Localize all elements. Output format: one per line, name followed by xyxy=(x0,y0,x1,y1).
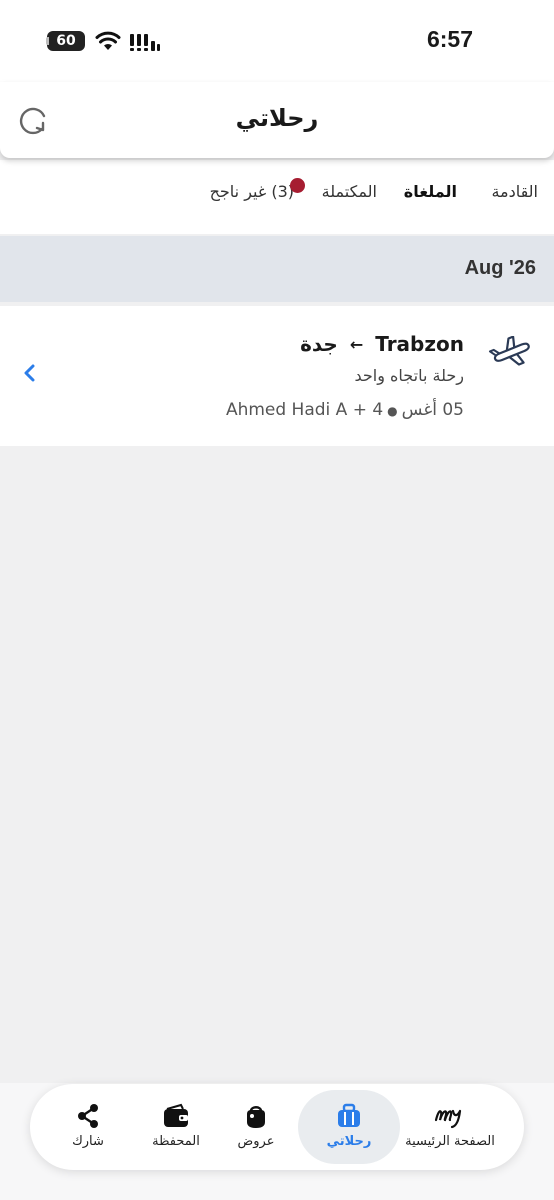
trip-destination: جدة xyxy=(300,332,338,356)
tab-failed[interactable]: (3) غير ناجح xyxy=(210,182,294,201)
nav-home-label: الصفحة الرئيسية xyxy=(405,1134,495,1149)
trip-route: Trabzon ← جدة xyxy=(300,332,464,356)
battery-level: 60 xyxy=(56,33,76,49)
status-bar: 60 6:57 xyxy=(0,0,554,82)
nav-wallet[interactable]: المحفظة xyxy=(134,1084,218,1170)
tab-completed[interactable]: المكتملة xyxy=(322,182,377,201)
offers-bag-icon xyxy=(247,1106,265,1128)
route-arrow: ← xyxy=(349,334,364,354)
battery-tip xyxy=(46,37,49,45)
trip-origin: Trabzon xyxy=(375,332,464,356)
nav-offers[interactable]: عروض xyxy=(214,1084,298,1170)
tab-cancelled[interactable]: الملغاة xyxy=(404,182,457,201)
trip-date: 05 أغس xyxy=(401,400,464,420)
airplane-icon xyxy=(488,336,530,366)
trip-type: رحلة باتجاه واحد xyxy=(354,366,465,385)
my-logo-icon xyxy=(434,1109,462,1129)
nav-my-trips[interactable]: رحلاتي xyxy=(298,1084,400,1170)
month-label: Aug '26 xyxy=(464,257,536,279)
battery-icon: 60 xyxy=(47,31,85,51)
suitcase-icon xyxy=(338,1103,360,1127)
tab-upcoming[interactable]: القادمة xyxy=(491,182,538,201)
trip-meta: 05 أغس●Ahmed Hadi A + 4 xyxy=(226,400,464,420)
share-icon xyxy=(78,1104,98,1128)
trip-card[interactable]: Trabzon ← جدة رحلة باتجاه واحد 05 أغس●Ah… xyxy=(0,306,554,446)
nav-offers-label: عروض xyxy=(237,1134,275,1149)
wifi-icon xyxy=(95,31,121,50)
nav-share[interactable]: شارك xyxy=(48,1084,128,1170)
app-header: رحلاتي xyxy=(0,82,554,158)
notification-dot xyxy=(290,178,305,193)
nav-home[interactable]: الصفحة الرئيسية xyxy=(400,1084,500,1170)
month-group-header: Aug '26 xyxy=(0,236,554,302)
page-title: رحلاتي xyxy=(235,104,319,132)
trip-status-tabs: القادمة الملغاة المكتملة (3) غير ناجح xyxy=(0,160,554,234)
signal-icon xyxy=(130,34,160,51)
chevron-left-icon[interactable] xyxy=(20,362,38,384)
status-time: 6:57 xyxy=(426,26,474,52)
nav-wallet-label: المحفظة xyxy=(152,1134,200,1149)
nav-my-trips-label: رحلاتي xyxy=(326,1134,372,1149)
trip-passengers: Ahmed Hadi A + 4 xyxy=(225,400,384,420)
wallet-icon xyxy=(164,1103,188,1127)
separator-dot: ● xyxy=(387,404,398,418)
nav-share-label: شارك xyxy=(72,1134,104,1149)
bottom-nav: الصفحة الرئيسية رحلاتي عروض المحفظة شارك xyxy=(30,1084,524,1170)
